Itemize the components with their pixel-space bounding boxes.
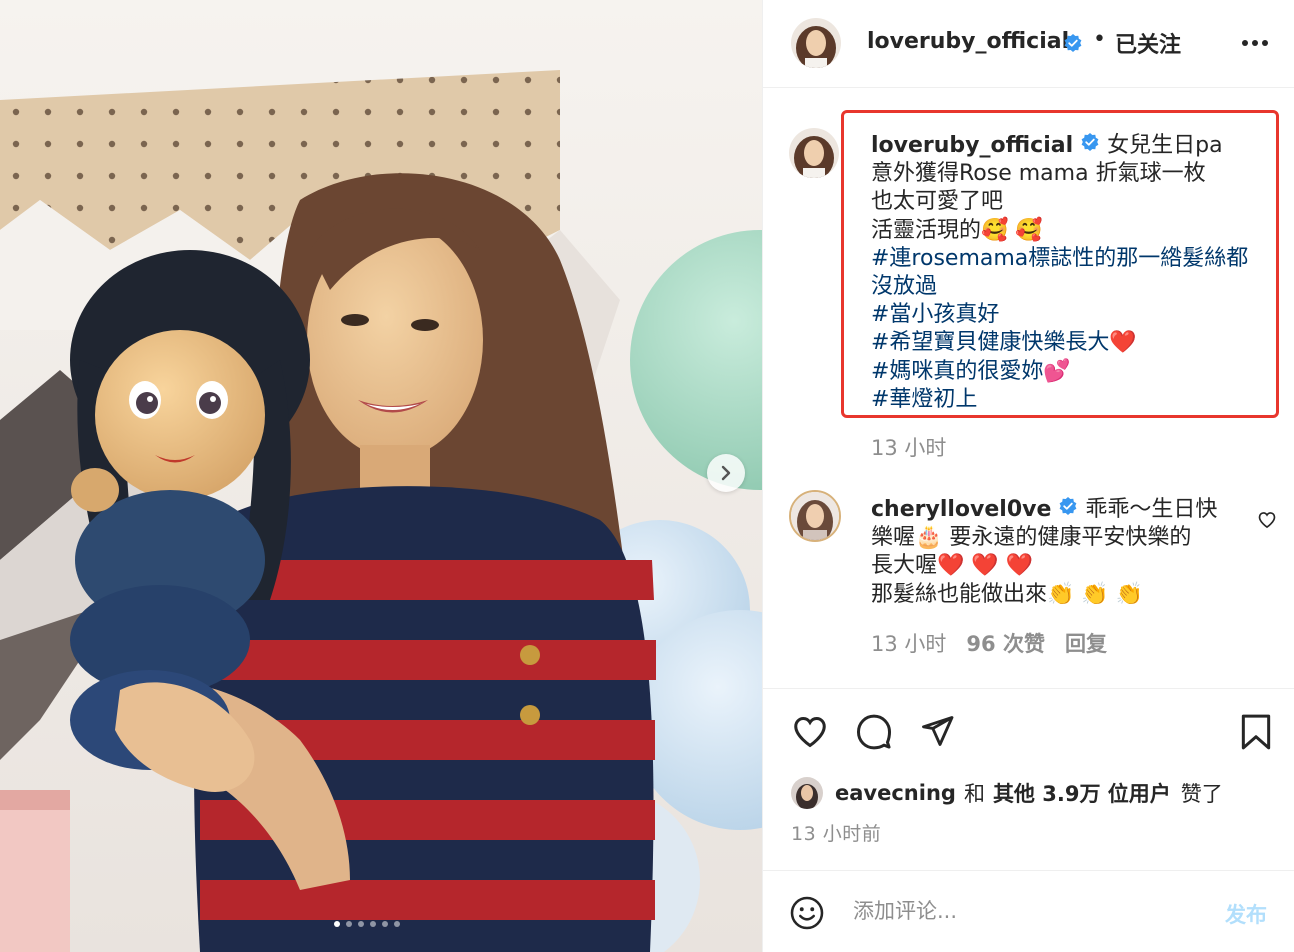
liker-username[interactable]: eavecning: [835, 781, 956, 805]
add-comment-bar: 发布: [763, 870, 1294, 952]
avatar-image: [791, 18, 841, 68]
caption-timestamp: 13 小时: [871, 436, 947, 460]
save-bookmark-icon[interactable]: [1239, 713, 1273, 755]
share-send-icon[interactable]: [919, 713, 955, 753]
caption-username[interactable]: loveruby_official: [871, 133, 1073, 158]
comment-meta: 13 小时 96 次赞 回复: [871, 628, 1107, 658]
avatar-image: [789, 128, 839, 178]
hashtag-link[interactable]: #華燈初上: [871, 386, 1271, 414]
likes-summary: eavecning 和 其他 3.9万 位用户 赞了: [791, 777, 1223, 809]
emoji-icon[interactable]: [789, 895, 825, 935]
follow-status-button[interactable]: 已关注: [1115, 27, 1181, 59]
hashtag-link[interactable]: #連rosemama標誌性的那一綹髮絲都: [871, 245, 1271, 273]
more-options-icon[interactable]: [1241, 32, 1269, 51]
comment-bubble-icon[interactable]: [855, 713, 893, 755]
like-comment-heart-icon[interactable]: [1257, 510, 1277, 534]
verified-badge-icon: [1080, 132, 1100, 160]
comment-likes-count[interactable]: 96 次赞: [966, 628, 1045, 658]
comment-line: 長大喔❤️ ❤️ ❤️: [871, 553, 1034, 579]
verified-badge-icon: [1058, 496, 1078, 524]
post-image[interactable]: [0, 0, 762, 952]
liker-avatar[interactable]: [791, 777, 823, 809]
hashtag-link[interactable]: #媽咪真的很愛妳💕: [871, 358, 1271, 386]
caption-author-avatar[interactable]: [789, 128, 839, 178]
comment-body: cheryllovel0ve 乖乖～生日快 樂喔🎂 要永遠的健康平安快樂的 長大…: [871, 496, 1241, 609]
post-caption: loveruby_official 女兒生日pa 意外獲得Rose mama 折…: [871, 132, 1271, 414]
carousel-dot: [358, 921, 364, 927]
carousel-dot: [370, 921, 376, 927]
caption-line: 也太可愛了吧: [871, 189, 1004, 215]
reply-button[interactable]: 回复: [1065, 628, 1107, 658]
caption-line: 活靈活現的🥰 🥰: [871, 217, 1043, 243]
post-sidebar: loveruby_official • 已关注 loveruby_officia…: [762, 0, 1294, 952]
comment-line: 乖乖～生日快: [1085, 497, 1218, 523]
commenter-avatar[interactable]: [789, 490, 841, 542]
commenter-username[interactable]: cheryllovel0ve: [871, 497, 1051, 522]
carousel-indicator: [334, 921, 400, 927]
chevron-right-icon: [721, 465, 731, 481]
verified-badge-icon: [1063, 33, 1083, 57]
comment-line: 樂喔🎂 要永遠的健康平安快樂的: [871, 525, 1192, 551]
separator-dot: •: [1093, 27, 1106, 52]
likes-and-text: 和: [963, 782, 985, 806]
avatar-image: [791, 492, 839, 540]
carousel-dot: [346, 921, 352, 927]
post-actions: eavecning 和 其他 3.9万 位用户 赞了 13 小时前 发布: [763, 688, 1294, 952]
like-heart-icon[interactable]: [791, 713, 829, 755]
post-photo: [0, 0, 762, 952]
hashtag-link[interactable]: 沒放過: [871, 273, 1271, 301]
avatar-image: [791, 777, 823, 809]
likes-others-link[interactable]: 其他 3.9万 位用户: [993, 778, 1171, 808]
hashtag-link[interactable]: #當小孩真好: [871, 301, 1271, 329]
author-avatar[interactable]: [791, 18, 841, 68]
carousel-dot: [334, 921, 340, 927]
caption-line: 女兒生日pa: [1107, 133, 1223, 159]
next-photo-button[interactable]: [707, 454, 745, 492]
comment-input[interactable]: [853, 891, 1193, 931]
comment-line: 那髮絲也能做出來👏 👏 👏: [871, 581, 1144, 607]
caption-line: 意外獲得Rose mama 折氣球一枚: [871, 161, 1206, 187]
post-header: loveruby_official • 已关注: [763, 0, 1294, 88]
carousel-dot: [382, 921, 388, 927]
author-username[interactable]: loveruby_official: [867, 29, 1069, 54]
post-comment-button[interactable]: 发布: [1225, 899, 1267, 929]
carousel-dot: [394, 921, 400, 927]
likes-suffix: 赞了: [1180, 782, 1223, 806]
comment-timestamp: 13 小时: [871, 632, 947, 656]
hashtag-link[interactable]: #希望寶貝健康快樂長大❤️: [871, 329, 1271, 357]
post-timestamp[interactable]: 13 小时前: [791, 819, 881, 846]
